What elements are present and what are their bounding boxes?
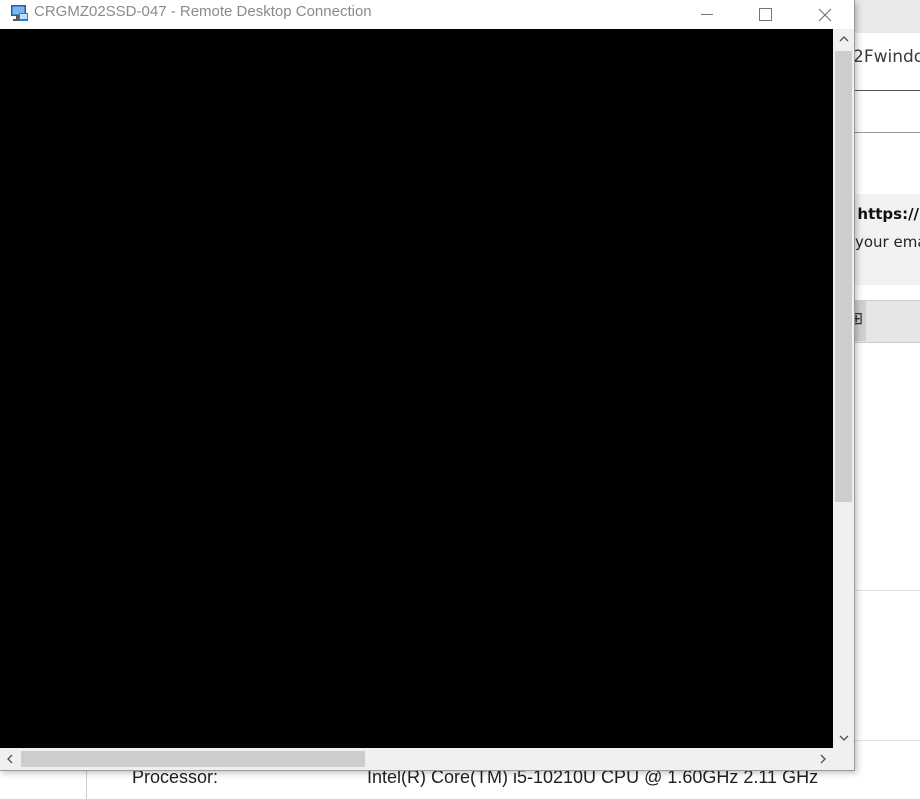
vertical-scrollbar[interactable] [833, 29, 854, 748]
maximize-button[interactable] [736, 0, 794, 29]
chevron-down-icon [839, 735, 848, 741]
maximize-icon [758, 8, 772, 21]
close-icon [818, 8, 832, 21]
horizontal-scroll-thumb[interactable] [21, 751, 365, 767]
chevron-up-icon [839, 36, 848, 42]
window-title: CRGMZ02SSD-047 - Remote Desktop Connecti… [34, 3, 372, 20]
background-divider [855, 132, 920, 133]
background-separator [855, 590, 920, 591]
background-address-bar[interactable]: 2Fwindow [853, 44, 920, 70]
remote-session-viewport[interactable] [0, 29, 833, 748]
background-banner-title: t https:// [845, 205, 920, 223]
remote-desktop-window: CRGMZ02SSD-047 - Remote Desktop Connecti… [0, 0, 855, 771]
scrollbar-corner [833, 748, 854, 770]
title-bar[interactable]: CRGMZ02SSD-047 - Remote Desktop Connecti… [0, 0, 854, 29]
remote-desktop-icon [11, 5, 28, 21]
scroll-up-button[interactable] [833, 29, 854, 49]
vertical-scroll-thumb[interactable] [835, 51, 852, 502]
chevron-left-icon [7, 754, 13, 764]
minimize-icon [701, 14, 713, 15]
background-divider [855, 90, 920, 91]
background-separator [855, 740, 920, 741]
scroll-left-button[interactable] [0, 748, 20, 770]
scroll-down-button[interactable] [833, 728, 854, 748]
background-separator [86, 770, 87, 799]
chevron-right-icon [820, 754, 826, 764]
close-button[interactable] [796, 0, 854, 29]
scroll-right-button[interactable] [813, 748, 833, 770]
background-tab-strip[interactable] [855, 0, 920, 33]
background-banner-text: your ema [855, 233, 920, 251]
horizontal-scrollbar[interactable] [0, 748, 833, 770]
minimize-button[interactable] [678, 0, 736, 29]
